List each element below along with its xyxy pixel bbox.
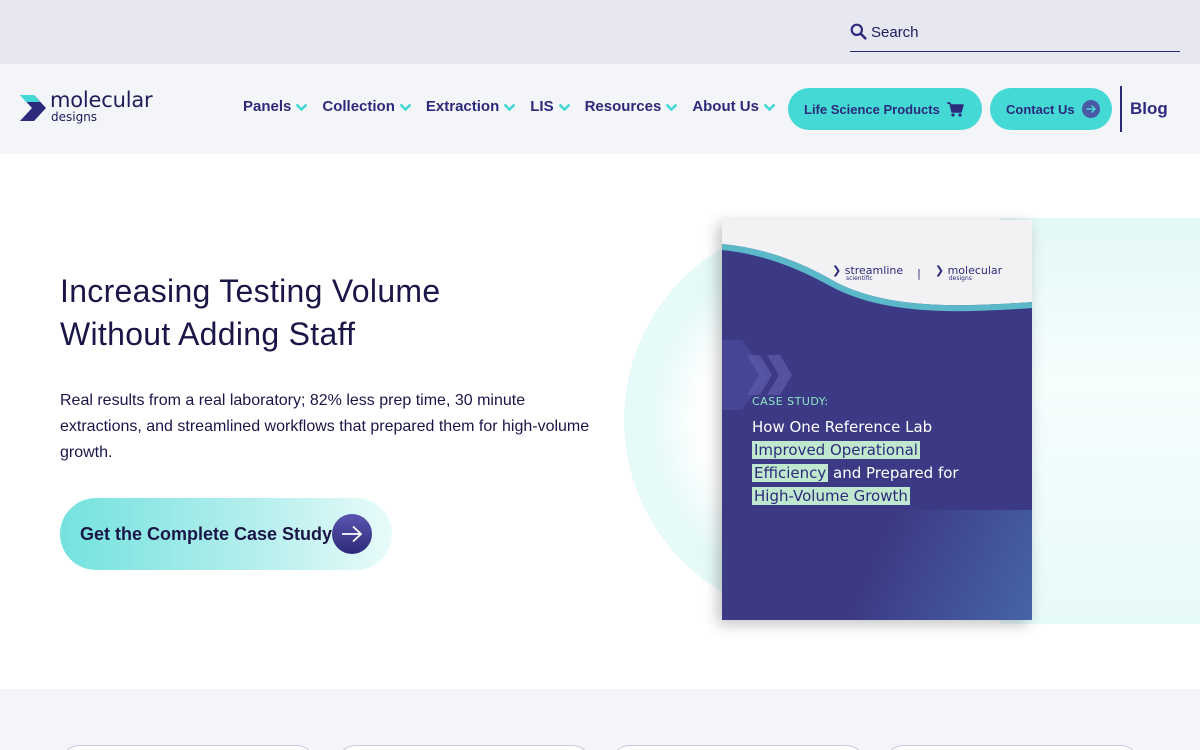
cover-headline-highlight2: Efficiency xyxy=(752,464,829,482)
search-icon[interactable] xyxy=(850,20,867,45)
cover-headline-line1: How One Reference Lab xyxy=(752,418,933,436)
chevron-down-icon xyxy=(558,104,570,111)
arrow-circle-icon xyxy=(1081,100,1100,118)
logo-separator: | xyxy=(917,266,921,280)
case-study-cover-art: ❯ streamline scientific | ❯ molecular de… xyxy=(600,200,1200,640)
nav-extraction-label: Extraction xyxy=(425,98,500,115)
life-science-products-button[interactable]: Life Science Products xyxy=(788,88,982,130)
get-case-study-button[interactable]: Get the Complete Case Study xyxy=(60,498,392,570)
nav-resources[interactable]: Resources xyxy=(585,98,678,115)
logo-subtitle: designs xyxy=(51,110,98,124)
cover-kicker: CASE STUDY: xyxy=(752,395,829,408)
logo-chevron-icon xyxy=(20,95,46,121)
hero-title-line2: Without Adding Staff xyxy=(60,316,356,352)
hero-title: Increasing Testing Volume Without Adding… xyxy=(60,270,580,356)
contact-us-button[interactable]: Contact Us xyxy=(990,88,1112,130)
life-science-products-label: Life Science Products xyxy=(804,101,940,117)
search-bar[interactable] xyxy=(850,20,1180,52)
utility-bar xyxy=(0,0,1200,64)
nav-divider xyxy=(1120,86,1122,132)
nav-about-us[interactable]: About Us xyxy=(692,98,775,115)
cover-logos: ❯ streamline scientific | ❯ molecular de… xyxy=(832,264,1002,282)
feature-card[interactable] xyxy=(336,745,592,750)
main-navbar: molecular designs Panels Collection Extr… xyxy=(0,64,1200,154)
hero-title-line1: Increasing Testing Volume xyxy=(60,273,441,309)
nav-resources-label: Resources xyxy=(584,98,662,115)
cover-headline-highlight1: Improved Operational xyxy=(752,441,920,459)
chevron-down-icon xyxy=(666,104,678,111)
arrow-right-icon xyxy=(332,514,372,554)
featured-section xyxy=(0,689,1200,750)
feature-card[interactable] xyxy=(884,745,1140,750)
nav-collection[interactable]: Collection xyxy=(322,98,411,115)
nav-collection-label: Collection xyxy=(322,98,395,115)
case-study-cover: ❯ streamline scientific | ❯ molecular de… xyxy=(722,220,1032,620)
contact-us-label: Contact Us xyxy=(1006,101,1075,117)
blog-link[interactable]: Blog xyxy=(1130,99,1168,119)
nav-panels[interactable]: Panels xyxy=(243,98,308,115)
nav-panels-label: Panels xyxy=(243,98,292,115)
chevron-down-icon xyxy=(504,104,516,111)
logo-wordmark: molecular xyxy=(50,88,153,112)
feature-card[interactable] xyxy=(60,745,316,750)
nav-lis-label: LIS xyxy=(530,98,554,115)
nav-about-us-label: About Us xyxy=(692,98,759,115)
chevron-down-icon xyxy=(296,104,308,111)
brand-logo[interactable]: molecular designs xyxy=(20,88,165,127)
nav-lis[interactable]: LIS xyxy=(530,98,570,115)
chevron-down-icon xyxy=(399,104,411,111)
hero-description: Real results from a real laboratory; 82%… xyxy=(60,392,590,461)
nav-extraction[interactable]: Extraction xyxy=(425,98,516,115)
search-input[interactable] xyxy=(871,20,1171,44)
chevron-down-icon xyxy=(763,104,775,111)
cart-icon xyxy=(946,101,964,117)
primary-nav: Panels Collection Extraction LIS Resourc… xyxy=(243,98,790,115)
partner-logo: ❯ streamline scientific xyxy=(832,264,904,282)
feature-card[interactable] xyxy=(610,745,866,750)
cover-headline-line3-rest: and Prepared for xyxy=(828,464,959,482)
cover-headline-highlight3: High-Volume Growth xyxy=(752,487,910,505)
get-case-study-label: Get the Complete Case Study xyxy=(80,523,333,544)
cover-headline: How One Reference Lab Improved Operation… xyxy=(752,416,1012,508)
brand-logo-small: ❯ molecular designs xyxy=(934,264,1003,282)
cover-wedge-graphic xyxy=(844,510,1032,620)
